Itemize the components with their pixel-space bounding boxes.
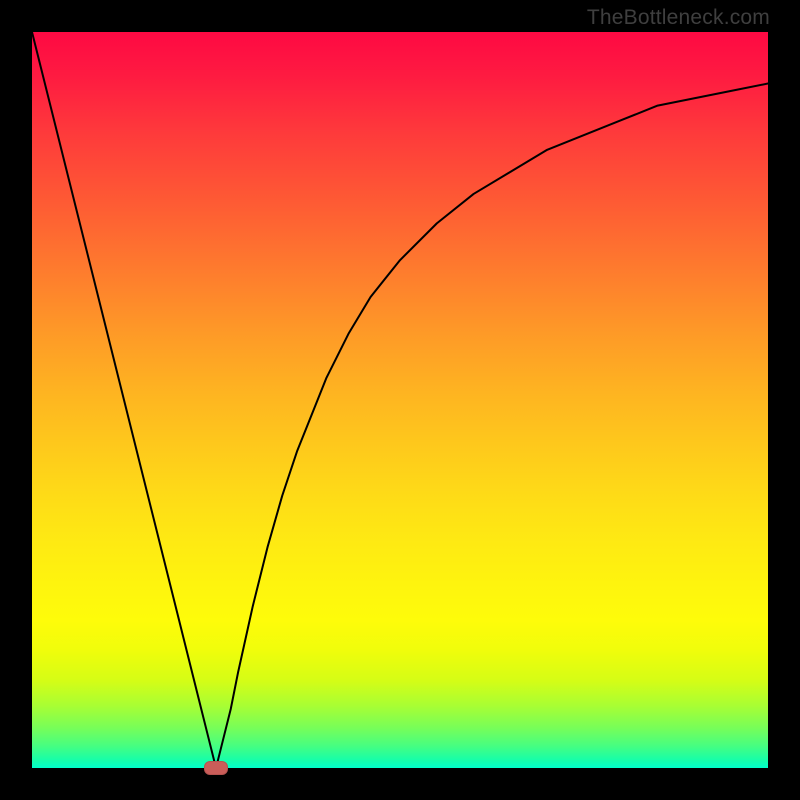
- minimum-marker: [204, 761, 228, 775]
- plot-area: [32, 32, 768, 768]
- watermark-text: TheBottleneck.com: [587, 6, 770, 30]
- chart-container: TheBottleneck.com: [0, 0, 800, 800]
- curve-svg: [32, 32, 768, 768]
- bottleneck-curve: [32, 32, 768, 768]
